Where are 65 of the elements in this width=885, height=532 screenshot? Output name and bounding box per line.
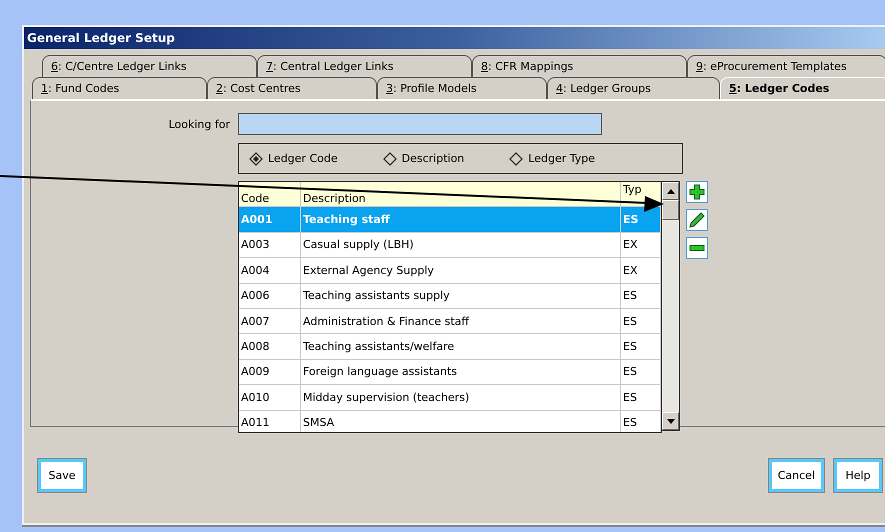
remove-button[interactable] [686,237,708,259]
table-cell: A006 [239,284,301,308]
add-button[interactable] [686,181,708,203]
tab[interactable]: 9: eProcurement Templates [687,55,885,77]
table-cell: Teaching assistants supply [301,284,621,308]
tab[interactable]: 5: Ledger Codes [720,77,885,99]
window-title: General Ledger Setup [27,31,175,45]
scroll-thumb[interactable] [662,200,679,220]
table-cell: ES [621,385,661,410]
tab[interactable]: 4: Ledger Groups [547,77,720,99]
table-cell: A010 [239,385,301,410]
dialog-button[interactable]: Cancel [768,458,824,492]
table-cell: EX [621,232,661,258]
field-label: Looking for [168,118,231,130]
table-cell: A003 [239,232,301,258]
down-arrow-icon [666,418,674,424]
table-cell: A011 [239,410,301,432]
radio-option[interactable]: Ledger Code [249,152,338,166]
table-cell: A007 [239,308,301,334]
tab[interactable]: 6: C/Centre Ledger Links [42,55,257,77]
edit-button[interactable] [686,209,708,231]
table-row[interactable]: A007 Administration & Finance staff ES [239,308,661,334]
table-cell: Foreign language assistants [301,360,621,384]
table-cell: Administration & Finance staff [301,308,621,334]
table-row[interactable]: A003 Casual supply (LBH) EX [239,232,661,258]
table-cell: Casual supply (LBH) [301,232,621,258]
table-row[interactable]: A009 Foreign language assistants ES [239,360,661,386]
up-arrow-icon [666,188,674,194]
scroll-down-button[interactable] [662,412,679,430]
scrollbar[interactable] [662,181,680,431]
table-row[interactable]: A008 Teaching assistants/welfare ES [239,334,661,360]
table-cell: A004 [239,258,301,283]
table-cell: A009 [239,360,301,384]
table-cell: Midday supervision (teachers) [301,385,621,410]
table-cell: EX [621,258,661,283]
table-cell: A001 [239,207,301,232]
table-cell: ES [621,284,661,308]
tab[interactable]: 2: Cost Centres [207,77,377,99]
table-cell: Teaching staff [301,207,621,232]
dialog-button[interactable]: Help [834,458,882,492]
table-cell: ES [621,308,661,334]
table-cell: A008 [239,334,301,359]
table-cell: SMSA [301,410,621,432]
table-cell: ES [621,334,661,359]
tab[interactable]: 1: Fund Codes [32,77,207,99]
tab[interactable]: 7: Central Ledger Links [257,55,472,77]
search-field[interactable] [238,113,602,135]
column-header: Code [239,182,301,206]
dialog-button[interactable]: Save [38,458,86,492]
table-cell: External Agency Supply [301,258,621,283]
table-row[interactable]: A006 Teaching assistants supply ES [239,284,661,309]
table-cell: Teaching assistants/welfare [301,334,621,359]
table-row[interactable]: A011 SMSA ES [239,410,661,432]
table-cell: ES [621,410,661,432]
scroll-up-button[interactable] [662,182,679,200]
radio-option[interactable]: Description [382,152,464,166]
plus-icon [689,184,705,200]
pencil-icon [689,212,705,228]
table-row[interactable]: A004 External Agency Supply EX [239,258,661,284]
tab[interactable]: 3: Profile Models [377,77,547,99]
column-header: Description [301,182,621,206]
table-row[interactable]: A010 Midday supervision (teachers) ES [239,385,661,411]
table-cell: ES [621,360,661,384]
tab[interactable]: 8: CFR Mappings [472,55,687,77]
radio-option[interactable]: Ledger Type [509,152,596,166]
